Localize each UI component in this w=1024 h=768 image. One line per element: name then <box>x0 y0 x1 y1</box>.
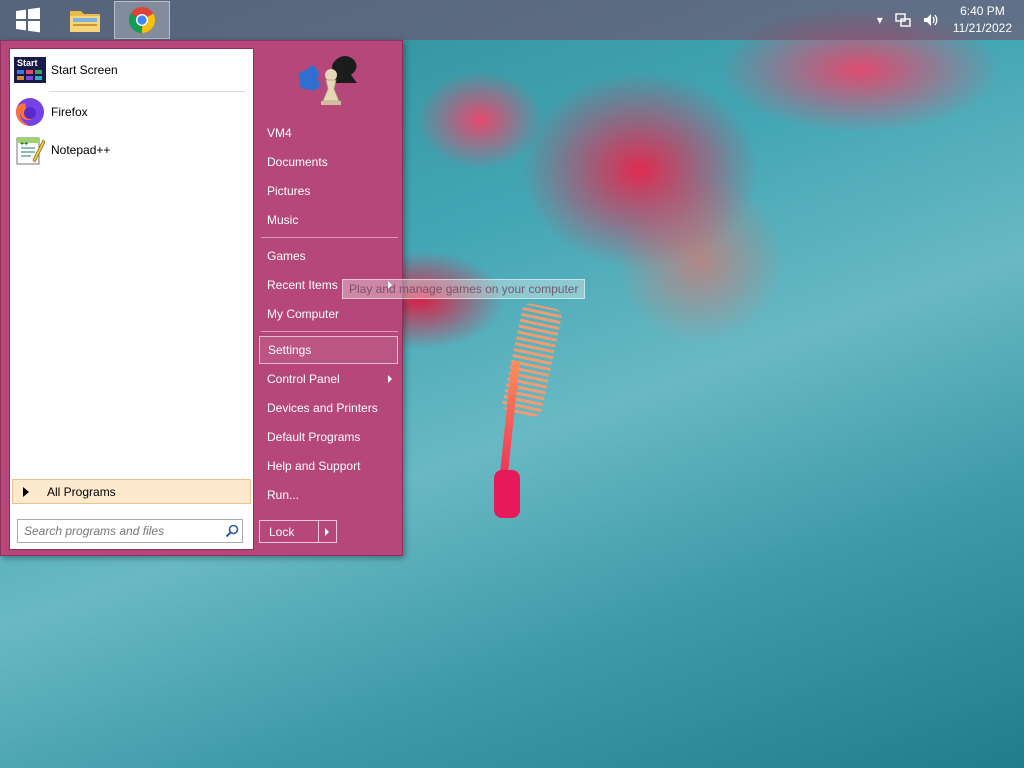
right-item-label: Documents <box>267 155 328 169</box>
svg-text:Start: Start <box>17 58 38 68</box>
right-item-label: Run... <box>267 488 300 502</box>
taskbar: ▾ 6:40 PM 11/21/2022 <box>0 0 1024 40</box>
right-item-label: Devices and Printers <box>267 401 378 415</box>
right-item-label: Control Panel <box>267 372 340 386</box>
chrome-taskbar-button[interactable] <box>114 1 170 39</box>
clock[interactable]: 6:40 PM 11/21/2022 <box>953 3 1012 37</box>
search-box[interactable] <box>17 519 243 543</box>
right-item-label: Help and Support <box>267 459 361 473</box>
volume-icon[interactable] <box>923 12 939 28</box>
user-picture-icon[interactable] <box>295 53 361 109</box>
svg-text:++: ++ <box>20 141 28 148</box>
program-label: Firefox <box>51 105 88 119</box>
lock-label: Lock <box>269 524 295 539</box>
program-label: Start Screen <box>51 63 118 77</box>
right-item-label: Pictures <box>267 184 311 198</box>
submenu-arrow-icon <box>388 375 392 383</box>
right-item-control-panel[interactable]: Control Panel <box>259 366 398 392</box>
clock-date: 11/21/2022 <box>952 21 1012 35</box>
right-item-label: Music <box>267 213 299 227</box>
network-icon[interactable] <box>895 12 911 28</box>
right-item-label: Games <box>267 249 306 263</box>
windows-logo-icon <box>16 7 40 33</box>
all-programs-label: All Programs <box>47 484 116 499</box>
clock-time: 6:40 PM <box>960 4 1005 18</box>
notepad-plus-plus-icon: ++ <box>16 137 45 165</box>
shutdown-options-button[interactable] <box>317 521 336 542</box>
program-start-screen[interactable]: Start Start Screen <box>14 52 244 88</box>
right-separator <box>261 331 398 332</box>
programs-separator <box>50 91 245 92</box>
right-item-pictures[interactable]: Pictures <box>259 178 398 204</box>
right-item-music[interactable]: Music <box>259 207 398 233</box>
right-item-label: Recent Items <box>267 278 338 292</box>
program-label: Notepad++ <box>51 143 111 157</box>
lock-button[interactable]: Lock <box>259 520 337 543</box>
chevron-right-icon <box>325 527 330 536</box>
right-item-devices-and-printers[interactable]: Devices and Printers <box>259 395 398 421</box>
right-separator <box>261 237 398 238</box>
start-menu-programs-pane: Start Start Screen Firefox ++ Notepad++ … <box>9 48 254 550</box>
search-icon[interactable] <box>222 524 242 538</box>
file-explorer-taskbar-button[interactable] <box>57 1 113 39</box>
right-item-run[interactable]: Run... <box>259 482 398 508</box>
chrome-icon <box>128 7 156 34</box>
right-item-default-programs[interactable]: Default Programs <box>259 424 398 450</box>
right-item-settings[interactable]: Settings <box>259 336 398 364</box>
system-tray: ▾ 6:40 PM 11/21/2022 <box>871 0 1024 40</box>
right-item-help-and-support[interactable]: Help and Support <box>259 453 398 479</box>
wallpaper-stamen-tip <box>494 470 520 518</box>
firefox-icon <box>16 97 45 126</box>
folder-icon <box>70 11 100 32</box>
right-item-label: Default Programs <box>267 430 361 444</box>
search-input[interactable] <box>18 523 222 539</box>
show-hidden-icons-icon[interactable]: ▾ <box>877 13 883 27</box>
start-screen-icon: Start <box>14 57 46 83</box>
program-firefox[interactable]: Firefox <box>14 94 244 130</box>
right-item-documents[interactable]: Documents <box>259 149 398 175</box>
right-item-label: My Computer <box>267 307 340 321</box>
program-notepad-plus-plus[interactable]: ++ Notepad++ <box>14 132 244 168</box>
right-item-my-computer[interactable]: My Computer <box>259 301 398 327</box>
right-item-label: Settings <box>268 343 312 357</box>
right-item-games[interactable]: Games <box>259 243 398 269</box>
all-programs-button[interactable]: All Programs <box>12 479 251 504</box>
right-item-vm4[interactable]: VM4 <box>259 120 398 146</box>
games-tooltip: Play and manage games on your computer <box>342 279 586 299</box>
right-item-label: VM4 <box>267 126 292 140</box>
expand-arrow-icon <box>23 486 29 497</box>
start-button[interactable] <box>0 1 56 39</box>
